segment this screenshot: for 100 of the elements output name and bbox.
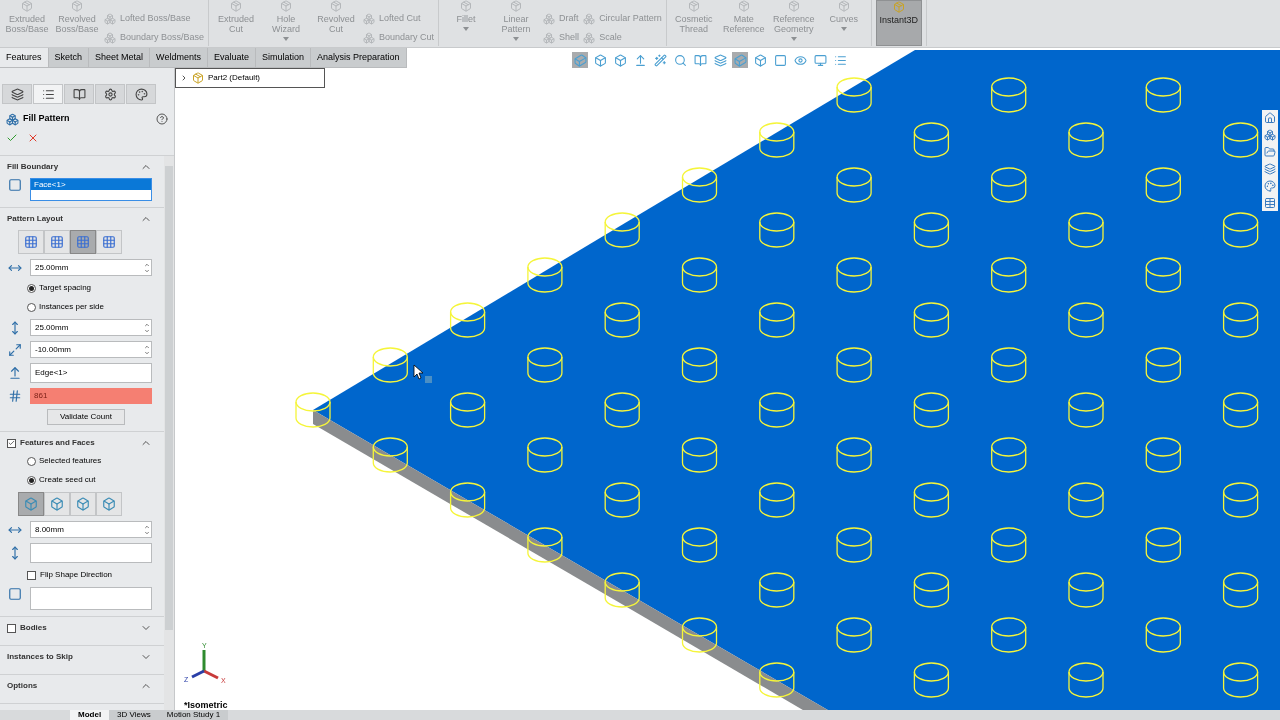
shape-button[interactable] xyxy=(70,492,96,516)
ribbon-button[interactable]: Instant3D xyxy=(875,0,922,46)
task-pane-icon[interactable] xyxy=(1263,196,1277,210)
number-field[interactable]: -10.00mm xyxy=(30,341,152,358)
input-field[interactable] xyxy=(30,543,152,563)
shape-icon xyxy=(24,497,38,511)
view-tool-icon[interactable] xyxy=(752,52,768,68)
view-tool-icon[interactable] xyxy=(772,52,788,68)
radio-button[interactable] xyxy=(27,283,36,293)
field-icon xyxy=(8,389,22,403)
bottom-tab[interactable]: Motion Study 1 xyxy=(158,710,229,720)
tool-icon xyxy=(363,31,376,44)
number-field[interactable]: 25.00mm xyxy=(30,259,152,276)
help-icon[interactable] xyxy=(156,113,168,125)
tab-icon xyxy=(134,87,148,101)
list-item[interactable]: Face<1> xyxy=(31,179,151,190)
scrollbar[interactable] xyxy=(164,156,174,710)
radio-option[interactable]: Selected features xyxy=(0,454,164,468)
number-field[interactable]: 25.00mm xyxy=(30,319,152,336)
checkbox[interactable] xyxy=(7,438,16,448)
tool-icon xyxy=(510,0,523,12)
shape-button[interactable] xyxy=(18,492,44,516)
radio-button[interactable] xyxy=(27,456,36,466)
section-title: Pattern Layout xyxy=(7,213,64,225)
checkbox-label: Flip Shape Direction xyxy=(40,569,113,581)
cursor-icon xyxy=(413,364,433,384)
tool-icon xyxy=(21,0,33,12)
tool-icon xyxy=(543,12,556,25)
layout-button[interactable] xyxy=(70,230,96,254)
view-tool-icon[interactable] xyxy=(592,52,608,68)
command-tab[interactable]: Sheet Metal xyxy=(89,48,151,67)
radio-button[interactable] xyxy=(27,475,36,485)
task-pane-icon[interactable] xyxy=(1263,111,1277,125)
validate-button[interactable]: Validate Count xyxy=(47,409,125,425)
input-field[interactable]: Edge<1> xyxy=(30,363,152,383)
section-title: Features and Faces xyxy=(20,437,96,449)
tab-icon xyxy=(41,87,55,101)
caret-icon xyxy=(840,27,847,31)
layout-button[interactable] xyxy=(96,230,122,254)
command-tab[interactable]: Evaluate xyxy=(207,48,256,67)
shape-button[interactable] xyxy=(44,492,70,516)
tool-icon xyxy=(543,31,556,44)
panel-tab[interactable] xyxy=(33,84,63,104)
task-pane-icon[interactable] xyxy=(1263,179,1277,193)
expand-icon[interactable] xyxy=(180,74,188,82)
caret-icon xyxy=(513,37,520,41)
pattern-icon xyxy=(76,235,90,249)
fill-pattern-icon xyxy=(6,112,19,126)
tool-icon xyxy=(787,0,800,12)
panel-tab[interactable] xyxy=(95,84,125,104)
radio-option[interactable]: Target spacing xyxy=(0,281,164,295)
close-icon[interactable] xyxy=(27,132,39,144)
view-tool-icon[interactable] xyxy=(812,52,828,68)
view-tool-icon[interactable] xyxy=(712,52,728,68)
section-title: Bodies xyxy=(20,622,48,634)
layout-button[interactable] xyxy=(18,230,44,254)
tool-icon xyxy=(837,0,850,12)
tool-icon xyxy=(892,1,905,13)
view-orientation-label: *Isometric xyxy=(184,699,228,710)
panel-tab[interactable] xyxy=(64,84,94,104)
caret-icon xyxy=(790,37,797,41)
number-field[interactable]: 8.00mm xyxy=(30,521,152,538)
shape-button[interactable] xyxy=(96,492,122,516)
face-icon xyxy=(8,178,22,192)
caret-icon xyxy=(463,27,470,31)
selection-list[interactable]: Face<1> xyxy=(30,178,152,201)
view-tool-icon[interactable] xyxy=(612,52,628,68)
command-tab[interactable]: Simulation xyxy=(255,48,311,67)
panel-title: Fill Pattern xyxy=(23,112,71,126)
radio-option[interactable]: Create seed cut xyxy=(0,473,164,487)
task-pane-icon[interactable] xyxy=(1263,128,1277,142)
feature-tree-flyout[interactable]: Part2 (Default) xyxy=(175,68,325,88)
ok-icon[interactable] xyxy=(6,132,18,144)
radio-option[interactable]: Instances per side xyxy=(0,300,164,314)
count-field[interactable]: 861 xyxy=(30,388,152,404)
layout-button[interactable] xyxy=(44,230,70,254)
tool-icon xyxy=(71,0,83,12)
checkbox[interactable] xyxy=(27,570,36,580)
axis-triad-drawing xyxy=(191,650,219,680)
tool-icon xyxy=(583,12,596,25)
view-tool-icon[interactable] xyxy=(672,52,688,68)
task-pane-icon[interactable] xyxy=(1263,162,1277,176)
panel-tab[interactable] xyxy=(126,84,156,104)
selection-list[interactable] xyxy=(30,587,152,610)
view-tool-icon[interactable] xyxy=(692,52,708,68)
radio-button[interactable] xyxy=(27,302,36,312)
panel-tab[interactable] xyxy=(2,84,32,104)
checkbox[interactable] xyxy=(7,623,16,633)
tab-icon xyxy=(103,87,117,101)
command-tab[interactable]: Sketch xyxy=(48,48,90,67)
bottom-tab[interactable]: 3D Views xyxy=(109,710,159,720)
command-tab[interactable]: Weldments xyxy=(150,48,208,67)
section-title: Fill Boundary xyxy=(7,161,60,173)
pattern-icon xyxy=(50,235,64,249)
command-tab[interactable]: Features xyxy=(0,48,49,67)
bottom-tab[interactable]: Model xyxy=(70,710,110,720)
view-tool-icon[interactable] xyxy=(652,52,668,68)
command-tab[interactable]: Analysis Preparation xyxy=(311,48,407,67)
face-icon xyxy=(8,587,22,601)
task-pane-icon[interactable] xyxy=(1263,145,1277,159)
